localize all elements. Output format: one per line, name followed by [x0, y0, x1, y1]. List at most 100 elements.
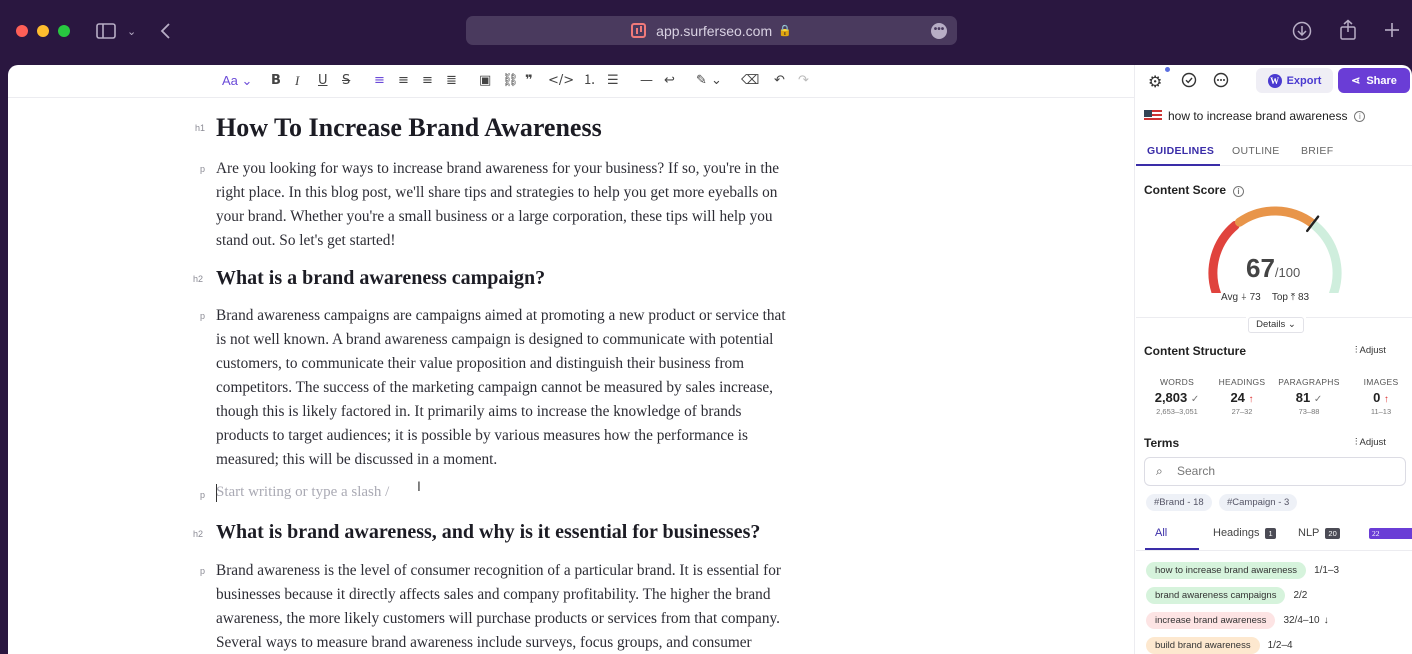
image-icon[interactable]: ▣: [479, 73, 491, 89]
app-window: Aa ⌄ B I U S ≡ ≡ ≡ ≣ ▣ ⛓ ❞ </> ⒈ ☰ — ↩ ✎…: [8, 65, 1412, 654]
empty-block-placeholder[interactable]: Start writing or type a slash /: [216, 484, 389, 501]
editor-pane: Aa ⌄ B I U S ≡ ≡ ≡ ≣ ▣ ⛓ ❞ </> ⒈ ☰ — ↩ ✎…: [8, 65, 1135, 654]
block-tag-p: p: [200, 164, 206, 174]
block-tag-p: p: [200, 566, 206, 576]
redo-icon[interactable]: ↷: [798, 73, 809, 89]
details-dropdown[interactable]: Details ⌄: [1248, 317, 1304, 333]
share-page-icon[interactable]: [1339, 19, 1357, 45]
document-title[interactable]: How To Increase Brand Awareness: [216, 113, 602, 143]
code-icon[interactable]: </>: [548, 73, 574, 89]
term-pill: brand awareness campaigns: [1146, 587, 1286, 604]
align-right-icon[interactable]: ≡: [422, 73, 433, 89]
info-icon[interactable]: i: [1233, 186, 1245, 197]
tab-guidelines[interactable]: GUIDELINES: [1147, 145, 1214, 157]
sidebar-toggle-icon[interactable]: [96, 23, 116, 43]
score-benchmarks: Avg ⍭ 73 Top ⤒ 83: [1221, 292, 1310, 303]
block-tag-p: p: [200, 311, 206, 321]
tab-brief[interactable]: BRIEF: [1301, 145, 1333, 157]
heading-campaign[interactable]: What is a brand awareness campaign?: [216, 267, 545, 290]
filter-all[interactable]: All 22: [1155, 527, 1412, 539]
download-icon[interactable]: [1292, 21, 1312, 45]
topic-chip-brand[interactable]: #Brand - 18: [1146, 494, 1212, 511]
bullet-list-icon[interactable]: ☰: [607, 73, 619, 89]
term-pill: how to increase brand awareness: [1146, 562, 1307, 579]
sliders-icon: ⫶: [1355, 437, 1358, 448]
term-item[interactable]: increase brand awareness 32/4–10 ↓: [1146, 612, 1329, 629]
new-tab-icon[interactable]: [1383, 21, 1401, 43]
sliders-icon: ⫶: [1355, 345, 1358, 356]
terms-adjust-button[interactable]: ⫶ Adjust: [1355, 437, 1386, 448]
avg-marker-icon: ⍭: [1240, 292, 1247, 303]
active-tab-indicator: [1136, 164, 1220, 166]
back-icon[interactable]: [159, 22, 171, 44]
arrow-up-icon: ↑: [1248, 394, 1254, 405]
sidebar-toolbar: ⚙ W Export ⋖ Share: [1136, 65, 1412, 98]
target-keyword[interactable]: how to increase brand awareness i: [1144, 109, 1366, 123]
term-item[interactable]: brand awareness campaigns 2/2: [1146, 587, 1315, 604]
term-item[interactable]: build brand awareness 1/2–4: [1146, 637, 1301, 654]
block-tag-h1: h1: [195, 123, 206, 133]
share-icon: ⋖: [1351, 75, 1361, 87]
filter-headings[interactable]: Headings 1: [1213, 527, 1276, 539]
heading-essential[interactable]: What is brand awareness, and why is it e…: [216, 521, 760, 544]
highlight-brush-icon[interactable]: ✎ ⌄: [696, 73, 722, 89]
structure-adjust-button[interactable]: ⫶ Adjust: [1355, 345, 1386, 356]
terms-search-input[interactable]: ⌕ Search: [1144, 457, 1406, 486]
clear-formatting-icon[interactable]: ⌫: [741, 73, 759, 89]
italic-icon[interactable]: I: [295, 73, 299, 89]
stat-headings: HEADINGS 24 ↑ 27–32: [1218, 377, 1266, 416]
link-icon[interactable]: ⛓: [502, 73, 519, 89]
divider: [1136, 317, 1246, 318]
address-bar[interactable]: app.surferseo.com 🔒 •••: [466, 16, 957, 45]
divider: [1136, 550, 1412, 551]
sidebar-tabs: GUIDELINES OUTLINE BRIEF: [1136, 138, 1412, 166]
paragraph-campaign[interactable]: Brand awareness campaigns are campaigns …: [216, 304, 816, 472]
content-score-value: 67/100: [1246, 253, 1301, 283]
stat-paragraphs: PARAGRAPHS 81 ✓ 73–88: [1278, 377, 1340, 416]
paragraph-intro[interactable]: Are you looking for ways to increase bra…: [216, 157, 816, 253]
chevron-down-icon[interactable]: ⌄: [127, 24, 136, 40]
check-circle-icon[interactable]: [1181, 72, 1197, 92]
undo-icon[interactable]: ↶: [774, 73, 785, 89]
quote-icon[interactable]: ❞: [525, 73, 533, 89]
font-size-dropdown[interactable]: Aa ⌄: [222, 73, 252, 89]
paragraph-essential[interactable]: Brand awareness is the level of consumer…: [216, 559, 816, 654]
underline-icon[interactable]: U: [318, 73, 328, 89]
info-icon[interactable]: i: [1354, 110, 1366, 122]
guidelines-sidebar: ⚙ W Export ⋖ Share how to increase brand a…: [1136, 65, 1412, 654]
topic-chip-campaign[interactable]: #Campaign - 3: [1219, 494, 1298, 511]
close-window-button[interactable]: [16, 25, 28, 37]
share-button[interactable]: ⋖ Share: [1338, 68, 1410, 93]
horizontal-rule-icon[interactable]: —: [640, 73, 653, 89]
content-structure-title: Content Structure: [1144, 344, 1246, 358]
bold-icon[interactable]: B: [271, 73, 281, 89]
tab-outline[interactable]: OUTLINE: [1232, 145, 1280, 157]
notification-dot: [1165, 67, 1170, 72]
check-icon: ✓: [1313, 394, 1323, 405]
export-button[interactable]: W Export: [1256, 68, 1333, 93]
minimize-window-button[interactable]: [37, 25, 49, 37]
line-break-icon[interactable]: ↩: [664, 73, 675, 89]
formatting-toolbar: Aa ⌄ B I U S ≡ ≡ ≡ ≣ ▣ ⛓ ❞ </> ⒈ ☰ — ↩ ✎…: [8, 65, 1135, 98]
terms-title: Terms: [1144, 436, 1180, 450]
maximize-window-button[interactable]: [58, 25, 70, 37]
strikethrough-icon[interactable]: S: [342, 73, 350, 89]
us-flag-icon: [1144, 110, 1162, 122]
more-options-circle-icon[interactable]: [1213, 72, 1229, 92]
numbered-list-icon[interactable]: ⒈: [583, 73, 596, 89]
settings-gear-icon[interactable]: ⚙: [1148, 72, 1162, 91]
filter-nlp[interactable]: NLP 20: [1298, 527, 1340, 539]
term-pill: increase brand awareness: [1146, 612, 1276, 629]
align-center-icon[interactable]: ≡: [398, 73, 409, 89]
top-marker-icon: ⤒: [1290, 292, 1296, 303]
arrow-up-icon: ↑: [1383, 394, 1389, 405]
more-options-icon[interactable]: •••: [931, 23, 947, 39]
block-tag-h2: h2: [193, 274, 204, 284]
align-left-icon[interactable]: ≡: [374, 73, 385, 89]
block-tag-p: p: [200, 490, 206, 500]
align-justify-icon[interactable]: ≣: [446, 73, 457, 89]
url-text: app.surferseo.com: [656, 22, 773, 39]
term-item[interactable]: how to increase brand awareness 1/1–3: [1146, 562, 1347, 579]
site-favicon-icon: [631, 23, 647, 38]
lock-icon: 🔒: [778, 25, 792, 37]
